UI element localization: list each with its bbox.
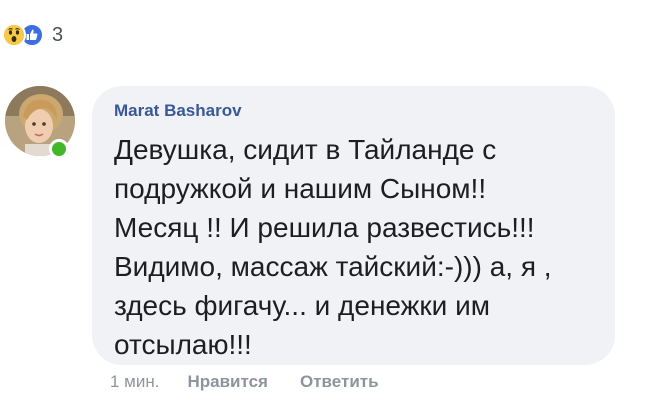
online-status-dot (49, 139, 69, 159)
comment-timestamp[interactable]: 1 мин. (110, 372, 159, 392)
reply-button[interactable]: Ответить (300, 372, 379, 392)
comment-author[interactable]: Marat Basharov (114, 100, 593, 122)
reaction-count: 3 (52, 23, 64, 46)
reactions-summary[interactable]: 3 (0, 22, 63, 48)
comment-text: Девушка, сидит в Тайланде с подружкой и … (114, 134, 552, 360)
wow-icon (2, 23, 26, 47)
comment-bubble: Marat Basharov Девушка, сидит в Тайланде… (92, 86, 615, 365)
comment-actions: 1 мин. Нравится Ответить (110, 372, 411, 392)
comment-screenshot: 3 Marat Basharov Девушка, сидит в Тайлан… (0, 0, 666, 405)
like-button[interactable]: Нравится (187, 372, 268, 392)
